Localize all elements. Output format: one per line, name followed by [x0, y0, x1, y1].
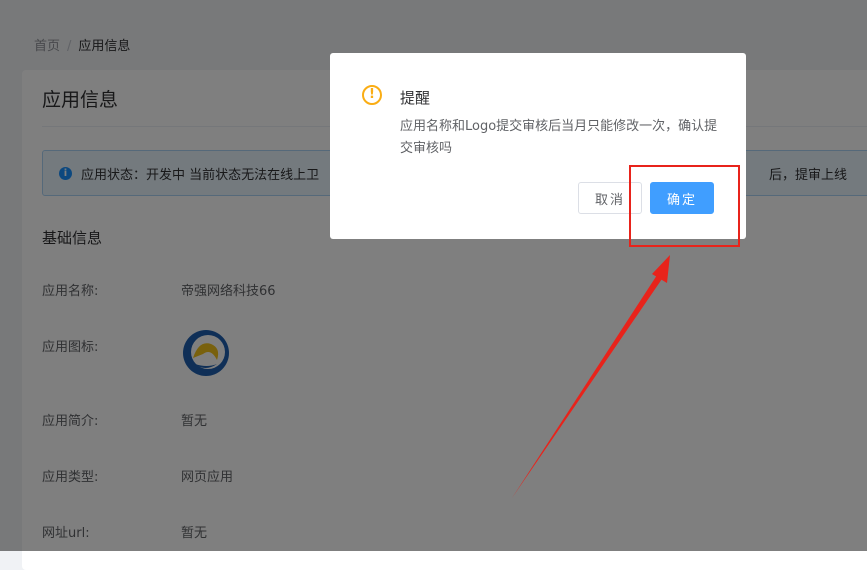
annotation-arrow — [512, 255, 670, 498]
